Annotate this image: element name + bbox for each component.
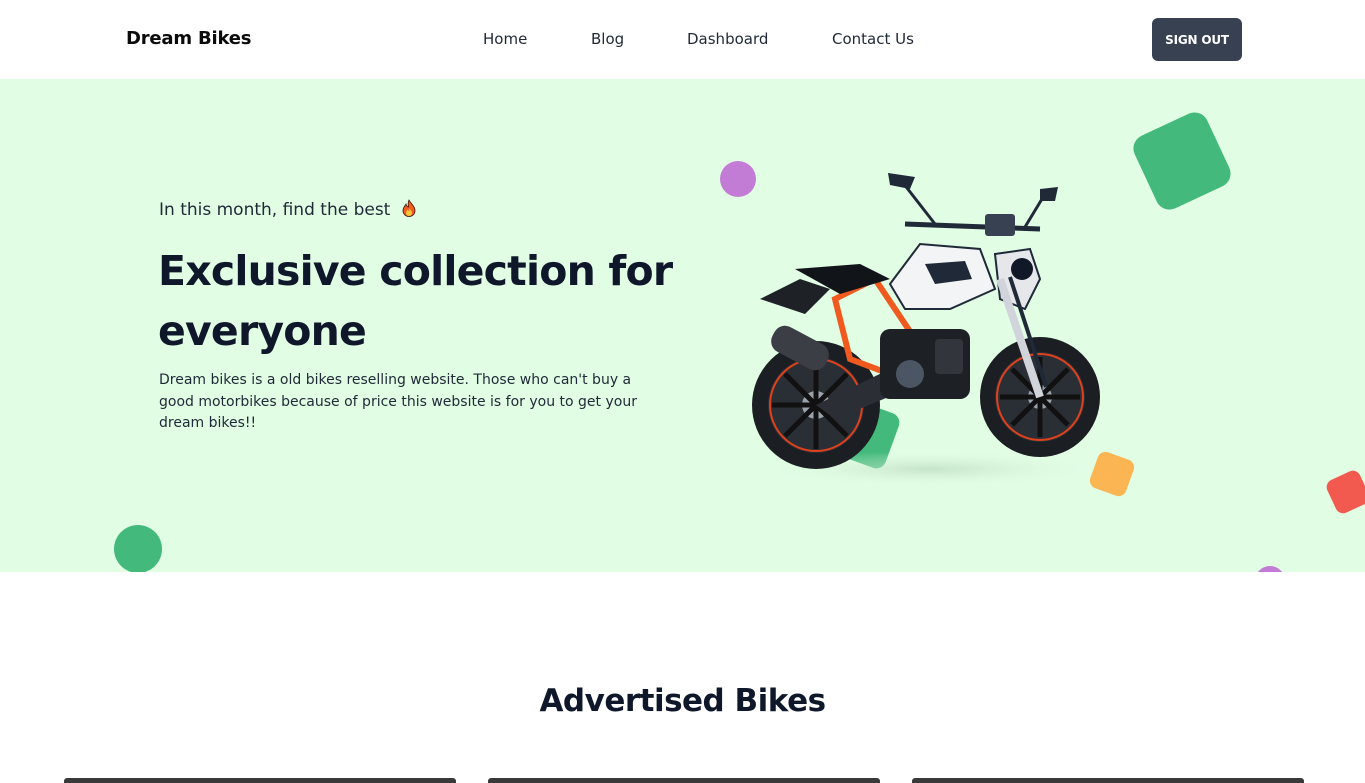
hero-subtitle: In this month, find the best [159,199,416,220]
nav-link-blog[interactable]: Blog [591,30,624,48]
hero-banner: In this month, find the best Exclusive c… [0,79,1365,572]
hero-description: Dream bikes is a old bikes reselling web… [159,372,637,431]
hero-headline-line2: everyone [158,307,367,355]
nav-link-home[interactable]: Home [483,30,527,48]
nav-link-dashboard[interactable]: Dashboard [687,30,768,48]
nav-link-contact-us[interactable]: Contact Us [832,30,914,48]
fire-icon [402,199,416,217]
decorative-green-dot [114,525,162,572]
decorative-purple-dot-small [1255,566,1285,572]
hero-subtitle-text: In this month, find the best [159,200,391,220]
advertised-card-3[interactable] [912,778,1304,783]
brand-logo[interactable]: Dream Bikes [126,28,251,49]
hero-headline: Exclusive collection for everyone [158,241,698,361]
hero-headline-line1: Exclusive collection for [158,247,673,295]
advertised-bikes-title: Advertised Bikes [539,683,826,719]
sign-out-button[interactable]: SIGN OUT [1152,18,1242,61]
advertised-card-2[interactable] [488,778,880,783]
decorative-red-square [1324,468,1365,516]
advertised-card-1[interactable] [64,778,456,783]
decorative-green-square [1128,107,1236,215]
navbar: Dream Bikes Home Blog Dashboard Contact … [0,0,1365,79]
motorcycle-image [752,173,1100,487]
